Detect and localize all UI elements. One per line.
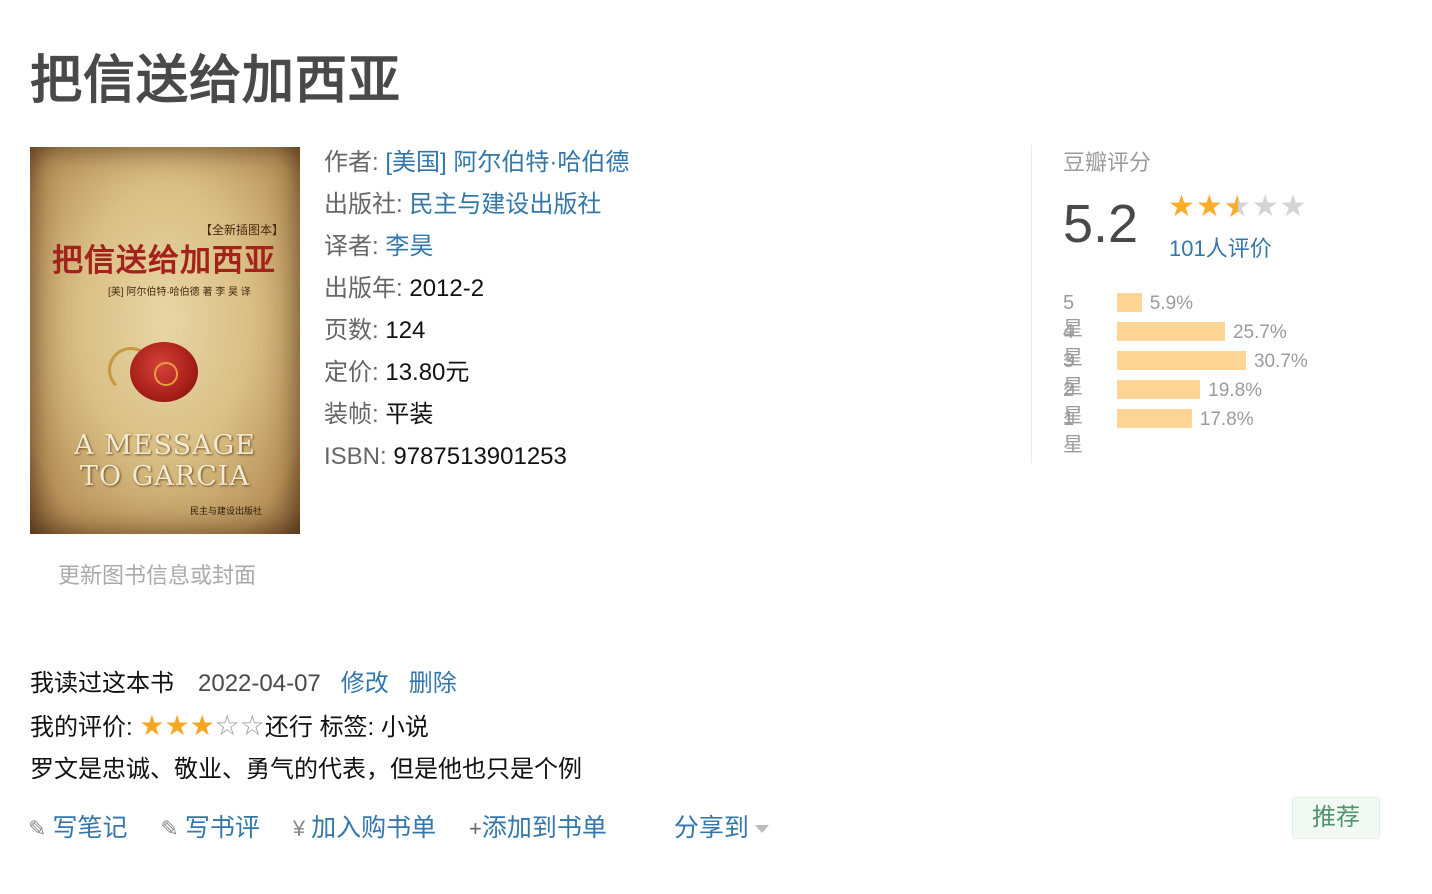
reading-status-row: 我读过这本书 2022-04-07 修改 删除 <box>30 663 582 705</box>
rating-bar-percent: 30.7% <box>1253 351 1308 372</box>
rating-star-icon: ★ <box>1195 190 1224 223</box>
add-cart-label: 加入购书单 <box>311 814 437 842</box>
info-year: 出版年: 2012-2 <box>324 268 629 310</box>
pages-value: 124 <box>385 317 426 344</box>
add-to-list-button[interactable]: +添加到书单 <box>469 808 607 844</box>
recommend-button[interactable]: 推荐 <box>1292 797 1380 839</box>
book-info: 作者: [美国] 阿尔伯特·哈伯德 出版社: 民主与建设出版社 译者: 李昊 出… <box>324 142 629 478</box>
pencil-icon: ✎ <box>28 816 47 841</box>
translator-label: 译者: <box>324 233 379 260</box>
action-bar: ✎ 写笔记 ✎ 写书评 ¥ 加入购书单 +添加到书单 分享到 <box>28 808 795 844</box>
share-label: 分享到 <box>673 814 749 842</box>
my-rating-label: 我的评价: <box>30 714 133 741</box>
rating-bar <box>1117 409 1192 428</box>
reading-date: 2022-04-07 <box>198 670 321 697</box>
rating-bar <box>1117 351 1246 370</box>
edit-link[interactable]: 修改 <box>341 670 389 697</box>
rating-bar-percent: 17.8% <box>1199 409 1254 430</box>
write-review-label: 写书评 <box>184 814 260 842</box>
rating-bar-label: 1星 <box>1063 408 1083 456</box>
tags-label: 标签: <box>319 714 375 741</box>
rating-bar <box>1117 322 1225 341</box>
my-rating-text: 还行 <box>264 714 313 741</box>
isbn-value: 9787513901253 <box>393 443 567 470</box>
add-to-cart-button[interactable]: ¥ 加入购书单 <box>293 808 436 844</box>
star-filled-icon[interactable]: ★ <box>139 710 164 741</box>
info-price: 定价: 13.80元 <box>324 352 629 394</box>
info-binding: 装帧: 平装 <box>324 394 629 436</box>
publisher-link[interactable]: 民主与建设出版社 <box>409 191 601 218</box>
binding-label: 装帧: <box>324 401 379 428</box>
author-label: 作者: <box>324 149 379 176</box>
yen-icon: ¥ <box>292 816 306 841</box>
price-value: 13.80元 <box>385 359 470 386</box>
rating-count-link[interactable]: 101人评价 <box>1169 231 1272 263</box>
year-label: 出版年: <box>324 275 403 302</box>
binding-value: 平装 <box>385 401 434 428</box>
info-isbn: ISBN: 9787513901253 <box>324 436 629 478</box>
book-cover[interactable]: 【全新插图本】 把信送给加西亚 [美] 阿尔伯特·哈伯德 著 李 昊 译 A M… <box>30 147 300 534</box>
isbn-label: ISBN: <box>324 443 387 470</box>
rating-bar-percent: 5.9% <box>1149 293 1194 314</box>
rating-bar-percent: 25.7% <box>1232 322 1287 343</box>
write-note-label: 写笔记 <box>52 814 128 842</box>
publisher-label: 出版社: <box>324 191 403 218</box>
delete-link[interactable]: 删除 <box>409 670 457 697</box>
cover-publisher: 民主与建设出版社 <box>190 506 263 516</box>
cover-title: 把信送给加西亚 <box>52 243 276 279</box>
info-translator: 译者: 李昊 <box>324 226 629 268</box>
rating-star-icon: ★ <box>1279 190 1308 223</box>
my-rating-row: 我的评价: ★★★☆☆还行 标签: 小说 <box>30 705 582 749</box>
rating-star-icon: ★ <box>1168 190 1196 223</box>
share-dropdown[interactable]: 分享到 <box>674 808 769 844</box>
rating-score: 5.2 <box>1063 194 1139 254</box>
update-book-info-link[interactable]: 更新图书信息或封面 <box>58 558 256 590</box>
chevron-down-icon <box>754 825 769 834</box>
cover-credits: [美] 阿尔伯特·哈伯德 著 李 昊 译 <box>108 287 251 298</box>
my-reading: 我读过这本书 2022-04-07 修改 删除 我的评价: ★★★☆☆还行 标签: 小… <box>30 663 582 791</box>
rating-star-icon: ★ <box>1251 190 1280 223</box>
my-rating-stars: ★★★☆☆ <box>139 710 265 741</box>
rating-bar-percent: 19.8% <box>1208 380 1263 401</box>
rating-heading: 豆瓣评分 <box>1063 150 1152 175</box>
douban-rating-panel: 豆瓣评分 5.2 ★★★★★ 101人评价 5星5.9%4星25.7%3星30.… <box>1031 145 1352 463</box>
pages-label: 页数: <box>324 317 379 344</box>
info-pages: 页数: 124 <box>324 310 629 352</box>
price-label: 定价: <box>324 359 379 386</box>
add-list-label: 添加到书单 <box>481 814 607 842</box>
info-publisher: 出版社: 民主与建设出版社 <box>324 184 629 226</box>
cover-english-line-2: TO GARCIA <box>80 461 250 492</box>
reading-status: 我读过这本书 <box>30 670 174 697</box>
star-filled-icon[interactable]: ★ <box>164 710 189 741</box>
year-value: 2012-2 <box>409 275 485 302</box>
plus-icon: + <box>469 816 482 841</box>
pencil-icon: ✎ <box>160 816 179 841</box>
write-review-button[interactable]: ✎ 写书评 <box>160 808 259 844</box>
rating-stars: ★★★ ★★ <box>1168 189 1308 224</box>
star-filled-icon[interactable]: ★ <box>190 710 215 741</box>
info-author: 作者: [美国] 阿尔伯特·哈伯德 <box>324 142 629 184</box>
star-empty-icon[interactable]: ☆ <box>240 710 265 741</box>
star-empty-icon[interactable]: ☆ <box>215 710 240 741</box>
rating-bar <box>1117 293 1142 312</box>
seal-mark <box>154 362 178 386</box>
cover-english-title: A MESSAGE TO GARCIA <box>30 430 300 492</box>
cover-english-line-1: A MESSAGE <box>74 430 256 461</box>
translator-link[interactable]: 李昊 <box>385 233 433 260</box>
tags-value: 小说 <box>380 714 429 741</box>
write-note-button[interactable]: ✎ 写笔记 <box>28 808 127 844</box>
page-title: 把信送给加西亚 <box>30 52 402 110</box>
author-link[interactable]: [美国] 阿尔伯特·哈伯德 <box>385 149 629 176</box>
rating-star-icon: ★ <box>1224 190 1252 223</box>
my-comment: 罗文是忠诚、敬业、勇气的代表，但是他也只是个例 <box>30 756 582 783</box>
rating-bar <box>1117 380 1201 399</box>
